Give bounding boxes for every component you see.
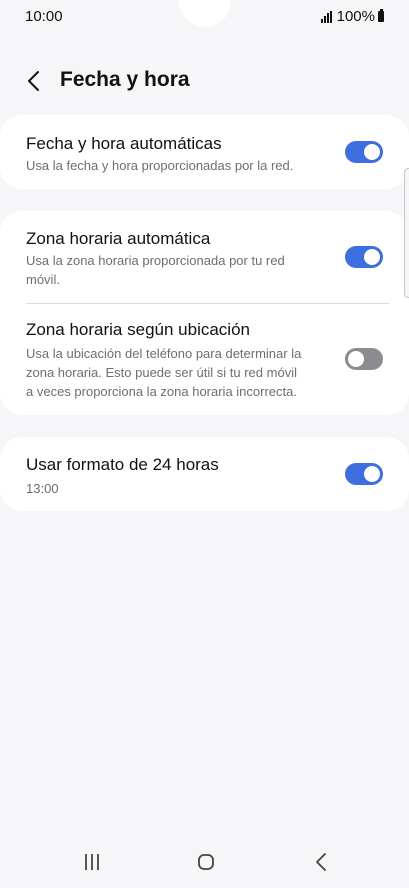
navigation-bar bbox=[0, 834, 409, 888]
recent-apps-button[interactable] bbox=[72, 848, 112, 876]
location-timezone-title: Zona horaria según ubicación bbox=[26, 320, 250, 339]
auto-timezone-title: Zona horaria automática bbox=[26, 229, 211, 248]
auto-timezone-subtitle-line2: móvil. bbox=[26, 272, 60, 287]
location-timezone-subtitle-line3: a veces proporciona la zona horaria inco… bbox=[26, 384, 297, 399]
auto-timezone-toggle[interactable] bbox=[345, 246, 383, 268]
toggle-knob bbox=[364, 144, 380, 160]
auto-datetime-row[interactable]: Fecha y hora automáticas Usa la fecha y … bbox=[0, 115, 409, 189]
toggle-knob bbox=[364, 249, 380, 265]
format-24h-subtitle: 13:00 bbox=[26, 481, 59, 496]
camera-notch bbox=[179, 0, 231, 27]
home-button[interactable] bbox=[186, 848, 226, 876]
recent-apps-icon bbox=[85, 854, 99, 870]
auto-timezone-row[interactable]: Zona horaria automática Usa la zona hora… bbox=[0, 211, 409, 304]
auto-timezone-subtitle-line1: Usa la zona horaria proporcionada por tu… bbox=[26, 253, 285, 268]
page-title: Fecha y hora bbox=[60, 68, 190, 91]
location-timezone-subtitle-line1: Usa la ubicación del teléfono para deter… bbox=[26, 346, 302, 361]
home-icon bbox=[198, 854, 214, 870]
toggle-knob bbox=[348, 351, 364, 367]
settings-card-datetime: Fecha y hora automáticas Usa la fecha y … bbox=[0, 115, 409, 189]
status-bar: 10:00 100% bbox=[0, 0, 409, 34]
status-time: 10:00 bbox=[25, 8, 63, 25]
signal-icon bbox=[320, 10, 333, 23]
battery-icon bbox=[378, 9, 384, 22]
back-button[interactable] bbox=[18, 64, 52, 98]
location-timezone-toggle[interactable] bbox=[345, 348, 383, 370]
nav-back-button[interactable] bbox=[301, 848, 341, 876]
back-icon bbox=[316, 853, 326, 871]
format-24h-toggle[interactable] bbox=[345, 463, 383, 485]
page-header: Fecha y hora bbox=[0, 60, 409, 104]
toggle-knob bbox=[364, 466, 380, 482]
auto-datetime-title: Fecha y hora automáticas bbox=[26, 134, 222, 153]
format-24h-title: Usar formato de 24 horas bbox=[26, 455, 219, 474]
auto-datetime-toggle[interactable] bbox=[345, 141, 383, 163]
scroll-indicator[interactable] bbox=[404, 168, 409, 298]
location-timezone-subtitle-line2: zona horaria. Esto puede ser útil si tu … bbox=[26, 365, 297, 380]
location-timezone-row[interactable]: Zona horaria según ubicación Usa la ubic… bbox=[0, 304, 409, 415]
status-icons: 100% bbox=[320, 8, 384, 25]
battery-percent: 100% bbox=[336, 8, 375, 25]
settings-card-format: Usar formato de 24 horas 13:00 bbox=[0, 437, 409, 511]
chevron-left-icon bbox=[28, 71, 39, 91]
auto-datetime-subtitle: Usa la fecha y hora proporcionadas por l… bbox=[26, 158, 294, 173]
format-24h-row[interactable]: Usar formato de 24 horas 13:00 bbox=[0, 437, 409, 511]
settings-card-timezone: Zona horaria automática Usa la zona hora… bbox=[0, 211, 409, 415]
